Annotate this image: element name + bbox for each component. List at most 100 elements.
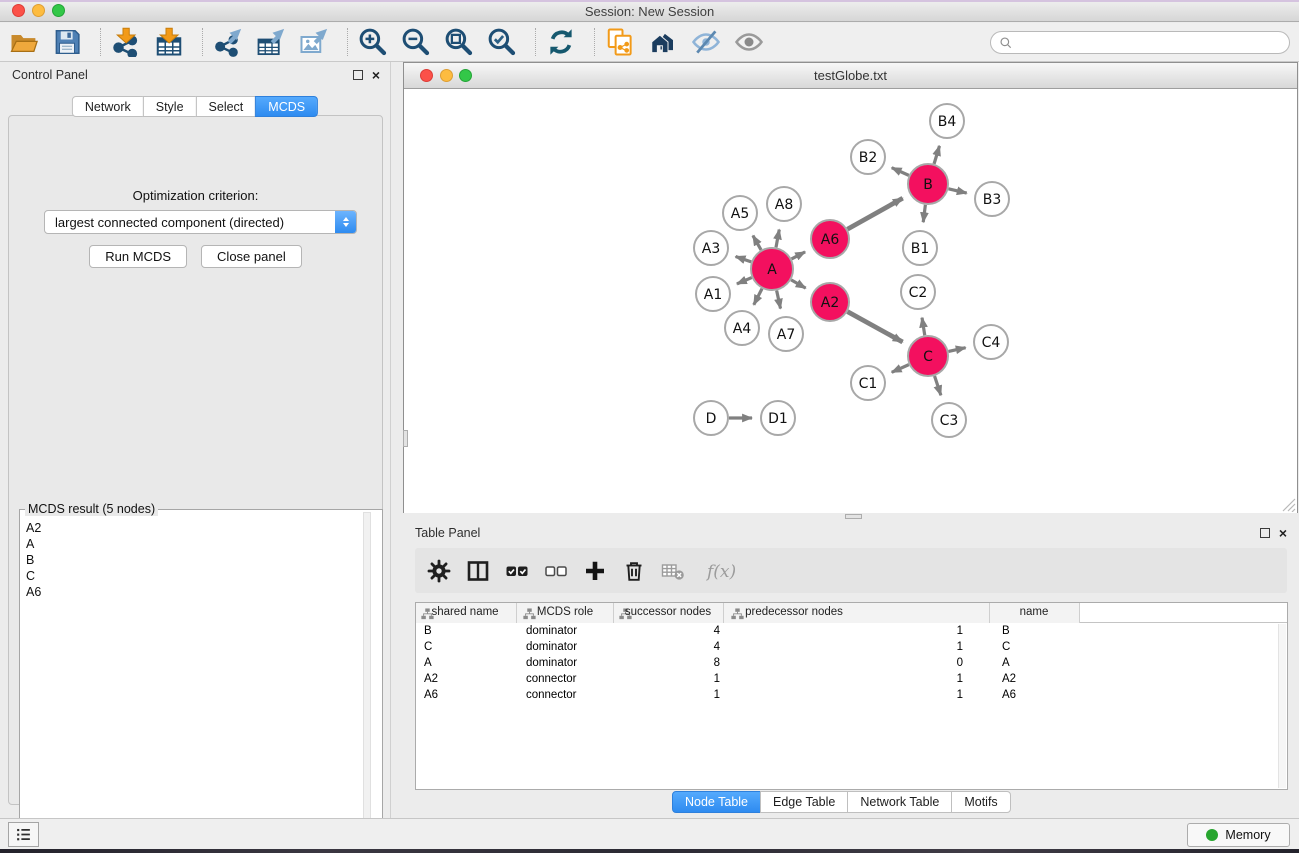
table-close-panel-icon[interactable]: ×	[1279, 524, 1287, 542]
tab-mcds[interactable]: MCDS	[255, 96, 318, 117]
graph-edge-A-A8[interactable]	[776, 230, 779, 248]
show-details-icon[interactable]	[734, 27, 764, 57]
table-row[interactable]: A6connector11A6	[416, 688, 1287, 704]
table-row[interactable]: Bdominator41B	[416, 624, 1287, 640]
zoom-in-icon[interactable]	[358, 27, 388, 57]
dropdown-stepper-icon[interactable]	[335, 211, 356, 233]
search-input[interactable]	[1013, 36, 1289, 50]
svg-text:f(x): f(x)	[705, 562, 736, 582]
function-builder-icon: f(x)	[700, 559, 736, 583]
task-history-button[interactable]	[8, 822, 39, 847]
duplicate-network-icon[interactable]	[605, 27, 635, 57]
tab-select[interactable]: Select	[196, 96, 257, 117]
table-float-panel-icon[interactable]	[1260, 528, 1270, 538]
zoom-selected-icon[interactable]	[487, 27, 517, 57]
table-cell: dominator	[526, 641, 610, 653]
export-image-icon[interactable]	[299, 27, 329, 57]
graph-edge-A-A4[interactable]	[754, 289, 762, 305]
graph-node-label: B1	[911, 241, 930, 257]
graph-node-label: C2	[909, 285, 928, 301]
graph-edge-A2-C[interactable]	[848, 312, 903, 342]
control-panel-tabs: NetworkStyleSelectMCDS	[72, 96, 318, 117]
column-divider[interactable]	[516, 603, 517, 623]
dropdown-selected-value: largest connected component (directed)	[45, 215, 335, 230]
graph-edge-B-B4[interactable]	[934, 146, 939, 164]
tab-style[interactable]: Style	[143, 96, 197, 117]
export-network-icon[interactable]	[213, 27, 243, 57]
mcds-result-item[interactable]: C	[26, 568, 41, 584]
toolbar-separator	[535, 28, 536, 56]
tab-node-table[interactable]: Node Table	[672, 791, 761, 813]
zoom-out-icon[interactable]	[401, 27, 431, 57]
mcds-result-item[interactable]: B	[26, 552, 41, 568]
mcds-result-item[interactable]: A2	[26, 520, 41, 536]
column-divider[interactable]	[989, 603, 990, 623]
resize-grip-icon[interactable]	[1282, 498, 1296, 512]
graph-edge-B-B2[interactable]	[892, 168, 909, 176]
open-session-icon[interactable]	[9, 27, 39, 57]
zoom-fit-icon[interactable]	[444, 27, 474, 57]
mcds-result-box: MCDS result (5 nodes) A2ABCA6	[19, 509, 383, 850]
memory-button[interactable]: Memory	[1187, 823, 1290, 847]
table-cell: 4	[615, 625, 720, 637]
first-neighbors-icon[interactable]	[648, 27, 678, 57]
splitpane-grip-vertical[interactable]	[403, 430, 408, 447]
column-header-predecessor-nodes[interactable]: predecessor nodes	[745, 606, 843, 618]
run-mcds-button[interactable]: Run MCDS	[89, 245, 187, 268]
table-row[interactable]: A2connector11A2	[416, 672, 1287, 688]
column-divider[interactable]	[613, 603, 614, 623]
export-table-icon[interactable]	[256, 27, 286, 57]
tab-motifs[interactable]: Motifs	[951, 791, 1010, 813]
table-row[interactable]: Adominator80A	[416, 656, 1287, 672]
column-header-successor-nodes[interactable]: successor nodes	[625, 606, 711, 618]
import-network-icon[interactable]	[111, 27, 141, 57]
float-panel-icon[interactable]	[353, 70, 363, 80]
delete-column-icon[interactable]	[622, 559, 646, 583]
table-row[interactable]: Cdominator41C	[416, 640, 1287, 656]
import-table-icon[interactable]	[154, 27, 184, 57]
graph-edge-A-A3[interactable]	[736, 256, 752, 261]
mcds-result-item[interactable]: A	[26, 536, 41, 552]
add-column-icon[interactable]	[583, 559, 607, 583]
column-visibility-icon[interactable]	[466, 559, 490, 583]
deselect-all-rows-icon[interactable]	[544, 559, 568, 583]
close-panel-button[interactable]: Close panel	[201, 245, 302, 268]
tab-edge-table[interactable]: Edge Table	[760, 791, 848, 813]
refresh-view-icon[interactable]	[546, 27, 576, 57]
column-header-MCDS-role[interactable]: MCDS role	[537, 606, 593, 618]
column-header-shared-name[interactable]: shared name	[431, 606, 498, 618]
table-cell: 4	[615, 641, 720, 653]
graph-edge-A-A7[interactable]	[777, 291, 781, 309]
table-scrollbar[interactable]	[1278, 624, 1286, 788]
graph-edge-C-C4[interactable]	[948, 348, 965, 352]
graph-node-label: A3	[702, 241, 720, 257]
tab-network-table[interactable]: Network Table	[847, 791, 952, 813]
column-header-name[interactable]: name	[1020, 606, 1049, 618]
column-divider[interactable]	[723, 603, 724, 623]
column-divider[interactable]	[1079, 603, 1080, 623]
delete-table-icon	[661, 559, 685, 583]
optimization-criterion-select[interactable]: largest connected component (directed)	[44, 210, 357, 234]
mcds-result-item[interactable]: A6	[26, 584, 41, 600]
graph-edge-C-C2[interactable]	[922, 318, 925, 336]
network-canvas[interactable]: AA1A2A3A4A5A6A7A8BB1B2B3B4CC1C2C3C4DD1	[404, 89, 1297, 513]
network-view-window: testGlobe.txt AA1A2A3A4A5A6A7A8BB1B2B3B4…	[403, 62, 1298, 513]
splitpane-grip-horizontal[interactable]	[845, 514, 862, 519]
save-session-icon[interactable]	[52, 27, 82, 57]
close-panel-icon[interactable]: ×	[372, 66, 380, 84]
graph-edge-C-C1[interactable]	[892, 365, 909, 373]
hide-details-icon[interactable]	[691, 27, 721, 57]
graph-edge-B-B1[interactable]	[923, 205, 925, 222]
graph-edge-B-B3[interactable]	[948, 189, 966, 193]
graph-edge-A6-B[interactable]	[847, 198, 902, 229]
graph-edge-A-A5[interactable]	[753, 236, 761, 250]
graph-edge-A-A1[interactable]	[737, 278, 752, 284]
table-toolbar: f(x)	[415, 548, 1287, 593]
graph-edge-C-C3[interactable]	[935, 376, 941, 395]
graph-edge-A-A6[interactable]	[792, 252, 806, 259]
tab-network[interactable]: Network	[72, 96, 144, 117]
graph-edge-A-A2[interactable]	[791, 280, 806, 288]
result-scrollbar[interactable]	[363, 512, 371, 847]
select-all-rows-icon[interactable]	[505, 559, 529, 583]
settings-gear-icon[interactable]	[427, 559, 451, 583]
